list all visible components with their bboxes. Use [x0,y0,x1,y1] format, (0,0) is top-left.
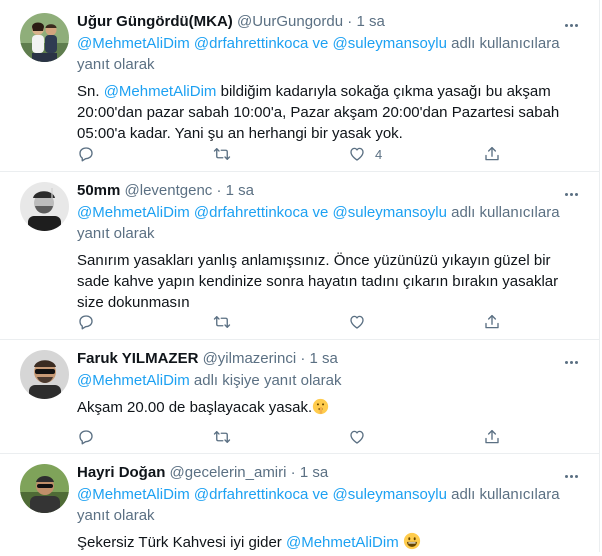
display-name[interactable]: Uğur Güngördü(MKA) [77,13,233,30]
reply-button[interactable] [77,143,95,165]
reply-button[interactable] [77,426,95,448]
avatar[interactable] [20,350,69,399]
reply-icon [77,313,95,331]
tweet-text: Sn. @MehmetAliDim bildiğim kadarıyla sok… [77,81,581,144]
avatar-image [20,464,69,513]
more-icon[interactable] [561,466,581,486]
text-mention[interactable]: @MehmetAliDim [104,83,217,100]
timestamp[interactable]: 1 sa [226,182,254,199]
tweet-header: 50mm @leventgenc · 1 sa [77,181,581,201]
reply-icon [77,145,95,163]
text-prefix: Şekersiz Türk Kahvesi iyi gider [77,534,286,551]
share-button[interactable] [483,143,501,165]
share-icon [483,145,501,163]
avatar-image [20,350,69,399]
reply-feed: Uğur Güngördü(MKA) @UurGungordu · 1 sa @… [0,0,600,552]
tweet-header: Faruk YILMAZER @yilmazerinci · 1 sa [77,349,581,369]
like-button[interactable] [348,426,366,448]
display-name[interactable]: Hayri Doğan [77,464,165,481]
avatar[interactable] [20,13,69,62]
share-icon [483,428,501,446]
tweet[interactable]: Faruk YILMAZER @yilmazerinci · 1 sa @Meh… [0,340,599,454]
tweet-text: Sanırım yasakları yanlış anlamışsınız. Ö… [77,252,559,311]
replying-to: @MehmetAliDim adlı kişiye yanıt olarak [77,370,581,391]
reply-suffix: adlı kişiye yanıt olarak [189,372,342,389]
tweet-actions: 4 [77,143,507,165]
separator-dot: · [347,13,353,30]
user-handle[interactable]: @UurGungordu [237,13,343,30]
tweet-text: Şekersiz Türk Kahvesi iyi gider @MehmetA… [77,532,581,556]
timestamp[interactable]: 1 sa [310,350,338,367]
tweet-actions [77,426,507,448]
reply-mentions[interactable]: @MehmetAliDim @drfahrettinkoca ve @suley… [77,204,447,221]
tweet-actions [77,311,507,333]
share-icon [483,313,501,331]
like-icon [348,145,366,163]
more-icon[interactable] [561,184,581,204]
reply-mentions[interactable]: @MehmetAliDim @drfahrettinkoca ve @suley… [77,35,447,52]
display-name[interactable]: 50mm [77,182,120,199]
replying-to: @MehmetAliDim @drfahrettinkoca ve @suley… [77,202,581,244]
user-handle[interactable]: @yilmazerinci [203,350,297,367]
like-icon [348,428,366,446]
reply-button[interactable] [77,311,95,333]
tweet-text: Akşam 20.00 de başlayacak yasak. [77,397,581,421]
user-handle[interactable]: @leventgenc [125,182,213,199]
avatar[interactable] [20,182,69,231]
avatar-image [20,182,69,231]
replying-to: @MehmetAliDim @drfahrettinkoca ve @suley… [77,33,581,75]
avatar[interactable] [20,464,69,513]
separator-dot: · [290,464,296,481]
retweet-button[interactable] [213,426,231,448]
reply-mentions[interactable]: @MehmetAliDim @drfahrettinkoca ve @suley… [77,486,447,503]
retweet-button[interactable] [213,143,231,165]
user-handle[interactable]: @gecelerin_amiri [170,464,287,481]
separator-dot: · [216,182,222,199]
display-name[interactable]: Faruk YILMAZER [77,350,198,367]
tweet-header: Hayri Doğan @gecelerin_amiri · 1 sa [77,463,581,483]
timestamp[interactable]: 1 sa [300,464,328,481]
share-button[interactable] [483,311,501,333]
separator-dot: · [300,350,306,367]
timestamp[interactable]: 1 sa [356,13,384,30]
replying-to: @MehmetAliDim @drfahrettinkoca ve @suley… [77,484,581,526]
more-icon[interactable] [561,15,581,35]
text-body: Akşam 20.00 de başlayacak yasak. [77,399,313,416]
tweet[interactable]: Hayri Doğan @gecelerin_amiri · 1 sa @Meh… [0,454,599,552]
shushing-face-emoji [312,398,329,421]
tweet[interactable]: Uğur Güngördü(MKA) @UurGungordu · 1 sa @… [0,0,599,172]
text-prefix: Sn. [77,83,104,100]
like-icon [348,313,366,331]
like-button[interactable] [348,311,366,333]
avatar-image [20,13,69,62]
retweet-icon [213,145,231,163]
retweet-icon [213,428,231,446]
tweet[interactable]: 50mm @leventgenc · 1 sa @MehmetAliDim @d… [0,172,599,340]
text-mention[interactable]: @MehmetAliDim [286,534,399,551]
like-button[interactable]: 4 [348,143,382,165]
retweet-icon [213,313,231,331]
more-icon[interactable] [561,352,581,372]
tweet-header: Uğur Güngördü(MKA) @UurGungordu · 1 sa [77,12,581,32]
retweet-button[interactable] [213,311,231,333]
reply-mentions[interactable]: @MehmetAliDim [77,372,190,389]
grinning-face-emoji [403,532,421,556]
like-count: 4 [375,146,383,162]
reply-icon [77,428,95,446]
share-button[interactable] [483,426,501,448]
